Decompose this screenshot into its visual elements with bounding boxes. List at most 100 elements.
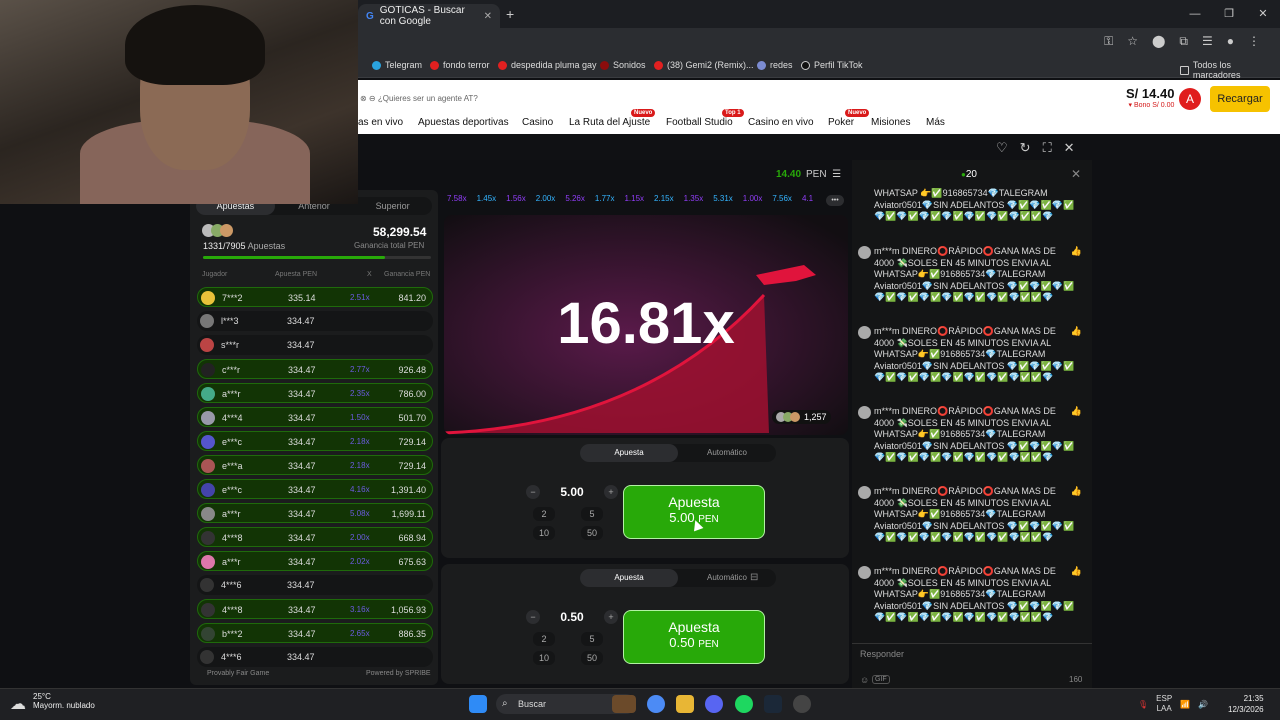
quick-amount-50[interactable]: 50: [581, 526, 603, 540]
like-icon[interactable]: 👍: [1071, 486, 1082, 498]
nav-live-bets[interactable]: as en vivo: [358, 117, 403, 128]
profile-icon[interactable]: ●: [1227, 34, 1234, 49]
cashout-multiplier: 2.65x: [350, 629, 370, 638]
nav-ruta-ajuste[interactable]: La Ruta del Ajuste: [569, 117, 650, 128]
history-multiplier: 1.35x: [683, 194, 704, 203]
provably-fair-link[interactable]: Provably Fair Game: [207, 670, 269, 677]
puzzle-icon[interactable]: ⧉: [1179, 34, 1188, 49]
like-icon[interactable]: 👍: [1071, 326, 1082, 338]
bet-amount-stepper[interactable]: − 5.00 +: [526, 483, 618, 503]
close-tab-icon[interactable]: ✕: [484, 11, 492, 22]
bookmark-tiktok[interactable]: Perfil TikTok: [801, 60, 863, 70]
restore-icon[interactable]: ❐: [1212, 0, 1246, 28]
tab-bet[interactable]: Apuesta: [580, 569, 678, 587]
bookmark-telegram[interactable]: Telegram: [372, 60, 422, 70]
widget-icon[interactable]: [612, 695, 636, 713]
bet-amount-stepper[interactable]: − 0.50 +: [526, 608, 618, 628]
history-multiplier: 1.77x: [594, 194, 615, 203]
history-multiplier: 5.31x: [713, 194, 733, 203]
table-row: a***r 334.47 2.35x 786.00: [197, 383, 433, 403]
bet-amount-value[interactable]: 0.50: [544, 610, 600, 624]
clock[interactable]: 21:35 12/3/2026: [1228, 693, 1264, 715]
like-icon[interactable]: 👍: [1071, 566, 1082, 578]
key-icon[interactable]: ⚿: [1104, 34, 1113, 49]
heart-icon[interactable]: ♡: [996, 140, 1008, 156]
chrome-icon[interactable]: [647, 695, 665, 713]
like-icon[interactable]: 👍: [1071, 246, 1082, 258]
minus-icon[interactable]: −: [526, 485, 540, 499]
language-indicator[interactable]: ESP LAA: [1156, 694, 1172, 714]
new-tab-button[interactable]: +: [506, 6, 514, 22]
nav-casino[interactable]: Casino: [522, 117, 553, 128]
refresh-icon[interactable]: ↻: [1020, 140, 1031, 156]
tab-bet[interactable]: Apuesta: [580, 444, 678, 462]
menu-icon[interactable]: ⋮: [1248, 34, 1260, 49]
top-badge: Top 1: [722, 109, 744, 117]
bet-amount-value[interactable]: 5.00: [544, 485, 600, 499]
bookmark-fondo-terror[interactable]: fondo terror: [430, 60, 490, 70]
quick-amount-10[interactable]: 10: [533, 651, 555, 665]
tab-auto[interactable]: Automático: [678, 444, 776, 462]
quick-amount-10[interactable]: 10: [533, 526, 555, 540]
media-icon[interactable]: ☰: [1202, 34, 1213, 49]
weather-widget[interactable]: 25°C Mayorm. nublado: [33, 692, 95, 710]
extension-icon[interactable]: ⬤: [1152, 34, 1165, 49]
volume-icon[interactable]: 🔊: [1198, 700, 1208, 709]
history-multiplier: 2.15x: [654, 194, 674, 203]
minus-icon[interactable]: −: [526, 610, 540, 624]
close-window-icon[interactable]: ✕: [1246, 0, 1280, 28]
like-icon[interactable]: 👍: [1071, 406, 1082, 418]
avatar: [201, 483, 215, 497]
spotify-icon[interactable]: [735, 695, 753, 713]
all-bookmarks[interactable]: Todos los marcadores: [1180, 60, 1280, 80]
recharge-button[interactable]: Recargar: [1210, 86, 1270, 112]
bookmark-despedida[interactable]: despedida pluma gay: [498, 60, 597, 70]
nav-missions[interactable]: Misiones: [871, 117, 910, 128]
player-name: 4***6: [221, 580, 242, 590]
chat-input[interactable]: Responder: [860, 649, 904, 659]
plus-icon[interactable]: +: [604, 610, 618, 624]
quick-amount-2[interactable]: 2: [533, 507, 555, 521]
close-icon[interactable]: ✕: [1064, 140, 1075, 156]
close-chat-icon[interactable]: ✕: [1071, 167, 1081, 181]
emoji-icon[interactable]: ☺: [860, 675, 869, 685]
remove-panel-icon[interactable]: ⊟: [750, 572, 758, 583]
start-icon[interactable]: [469, 695, 487, 713]
nav-more[interactable]: Más: [926, 117, 945, 128]
star-icon[interactable]: ☆: [1127, 34, 1138, 49]
plus-icon[interactable]: +: [604, 485, 618, 499]
avatar[interactable]: A: [1179, 88, 1201, 110]
chat-message: m***m DINERO⭕RÁPIDO⭕GANA MAS DE 4000 💸SO…: [858, 246, 1082, 304]
quick-amount-5[interactable]: 5: [581, 507, 603, 521]
avatar: [200, 650, 214, 664]
obs-icon[interactable]: [793, 695, 811, 713]
bookmark-redes[interactable]: redes: [757, 60, 793, 70]
history-menu-button[interactable]: •••: [826, 195, 844, 206]
bookmark-gemi2[interactable]: (38) Gemi2 (Remix)...: [654, 60, 754, 70]
nav-football-studio[interactable]: Football Studio: [666, 117, 733, 128]
place-bet-button[interactable]: Apuesta 0.50 PEN: [623, 610, 765, 664]
quick-amount-2[interactable]: 2: [533, 632, 555, 646]
minimize-icon[interactable]: —: [1178, 0, 1212, 28]
bookmark-sonidos[interactable]: Sonidos: [600, 60, 646, 70]
fullscreen-icon[interactable]: ⛶: [1043, 140, 1052, 156]
nav-sports-bets[interactable]: Apuestas deportivas: [418, 117, 509, 128]
folder-icon[interactable]: [676, 695, 694, 713]
mic-icon[interactable]: 🎙: [1138, 700, 1148, 709]
discord-icon[interactable]: [705, 695, 723, 713]
steam-icon[interactable]: [764, 695, 782, 713]
gif-button[interactable]: GIF: [872, 675, 890, 684]
quick-amount-50[interactable]: 50: [581, 651, 603, 665]
player-name: a***r: [222, 389, 241, 399]
browser-tab[interactable]: G GOTICAS - Buscar con Google ✕: [358, 4, 500, 28]
tab-top[interactable]: Superior: [353, 197, 432, 215]
player-name: a***r: [222, 509, 241, 519]
agent-banner[interactable]: ⊗ ⊖ ¿Quieres ser un agente AT?: [360, 94, 478, 103]
nav-poker[interactable]: Poker: [828, 117, 854, 128]
cashout-multiplier: 2.51x: [350, 293, 370, 302]
account-balance[interactable]: S/ 14.40 ▾ Bono S/ 0.00: [1126, 86, 1174, 109]
quick-amount-5[interactable]: 5: [581, 632, 603, 646]
nav-live-casino[interactable]: Casino en vivo: [748, 117, 814, 128]
tab-auto[interactable]: Automático: [678, 569, 776, 587]
wifi-icon[interactable]: 📶: [1180, 700, 1190, 709]
